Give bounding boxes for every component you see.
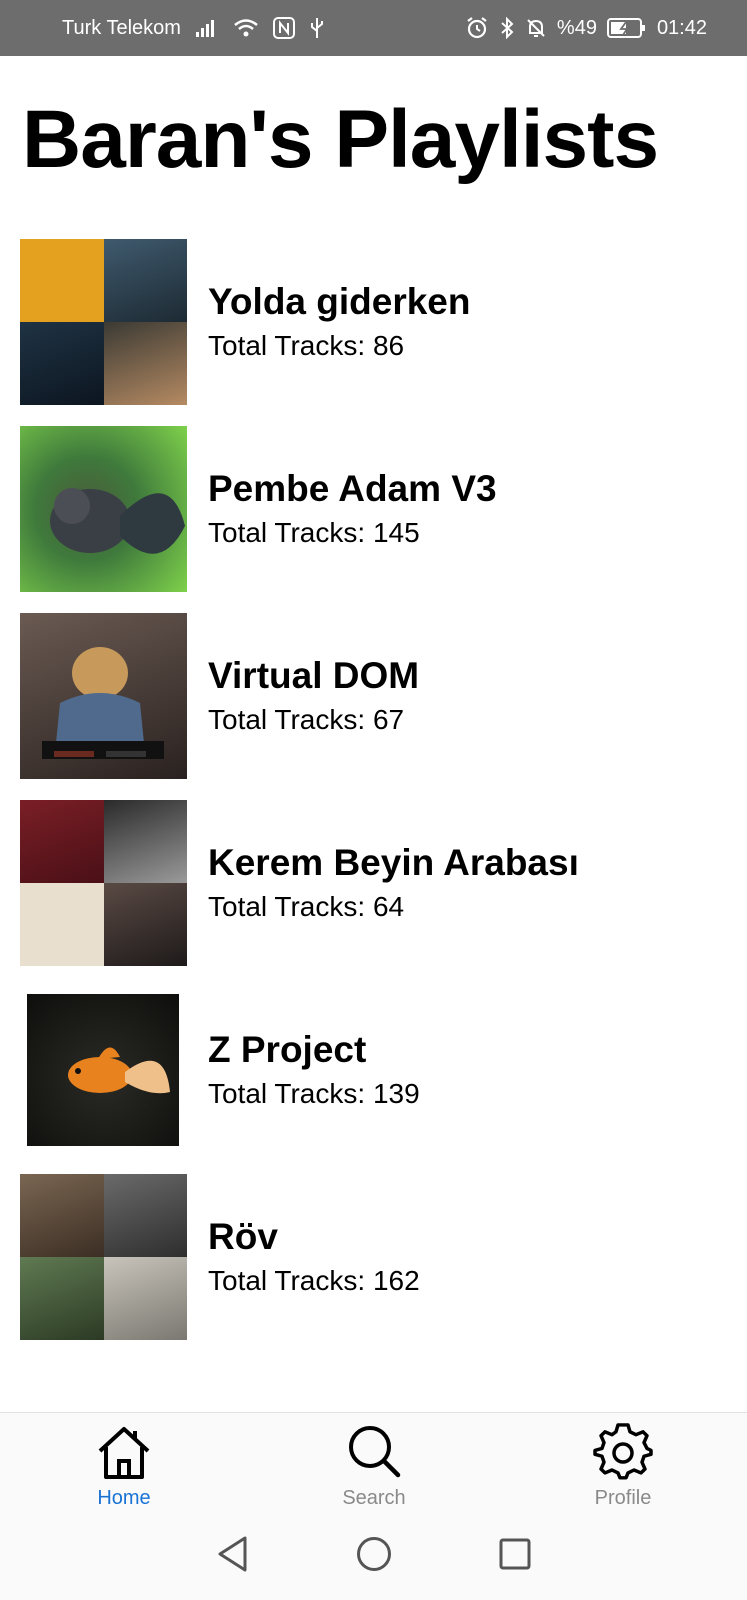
playlist-info: Virtual DOM Total Tracks: 67 bbox=[208, 654, 419, 738]
playlist-track-count: Total Tracks: 162 bbox=[208, 1264, 420, 1296]
wifi-icon bbox=[233, 18, 259, 38]
recents-square-icon[interactable] bbox=[497, 1536, 533, 1577]
page-title: Baran's Playlists bbox=[22, 94, 659, 185]
playlist-info: Z Project Total Tracks: 139 bbox=[208, 1028, 420, 1112]
status-left: Turk Telekom bbox=[62, 17, 325, 40]
bell-off-icon bbox=[525, 17, 547, 39]
playlist-info: Pembe Adam V3 Total Tracks: 145 bbox=[208, 467, 497, 551]
playlist-name: Pembe Adam V3 bbox=[208, 467, 497, 509]
alarm-icon bbox=[465, 16, 489, 40]
playlist-track-count: Total Tracks: 86 bbox=[208, 329, 405, 361]
carrier-name: Turk Telekom bbox=[62, 16, 181, 39]
system-navigation-bar bbox=[0, 1512, 747, 1600]
playlist-list: Yolda giderken Total Tracks: 86 Pembe Ad… bbox=[20, 228, 727, 1350]
tab-profile-label: Profile bbox=[594, 1487, 652, 1509]
gear-icon bbox=[563, 1423, 683, 1481]
tab-home[interactable]: Home bbox=[64, 1423, 184, 1510]
usb-icon bbox=[309, 17, 325, 39]
tab-search-label: Search bbox=[342, 1487, 406, 1509]
playlist-item[interactable]: Röv Total Tracks: 162 bbox=[20, 1163, 727, 1350]
playlist-info: Yolda giderken Total Tracks: 86 bbox=[208, 280, 471, 364]
tab-search[interactable]: Search bbox=[314, 1423, 434, 1510]
bottom-tab-bar: Home Search Profile bbox=[0, 1412, 747, 1512]
playlist-item[interactable]: Kerem Beyin Arabası Total Tracks: 64 bbox=[20, 789, 727, 976]
tab-home-label: Home bbox=[97, 1487, 151, 1509]
playlist-cover-image bbox=[20, 238, 187, 405]
playlist-info: Röv Total Tracks: 162 bbox=[208, 1215, 420, 1299]
playlist-name: Röv bbox=[208, 1215, 278, 1257]
playlist-track-count: Total Tracks: 64 bbox=[208, 890, 405, 922]
playlist-info: Kerem Beyin Arabası Total Tracks: 64 bbox=[208, 841, 579, 925]
playlist-name: Z Project bbox=[208, 1028, 367, 1070]
playlist-name: Yolda giderken bbox=[208, 280, 471, 322]
clock-time: 01:42 bbox=[656, 16, 707, 39]
playlist-track-count: Total Tracks: 145 bbox=[208, 516, 420, 548]
status-right: %49 01:42 bbox=[465, 16, 707, 40]
playlist-item[interactable]: Yolda giderken Total Tracks: 86 bbox=[20, 228, 727, 415]
status-bar: Turk Telekom %49 01:42 bbox=[0, 0, 747, 56]
playlist-track-count: Total Tracks: 139 bbox=[208, 1077, 420, 1109]
home-circle-icon[interactable] bbox=[355, 1535, 393, 1578]
playlist-cover-image bbox=[20, 612, 187, 779]
playlist-cover-image bbox=[20, 799, 187, 966]
playlist-track-count: Total Tracks: 67 bbox=[208, 703, 405, 735]
battery-charging-icon bbox=[606, 17, 647, 39]
playlist-cover-image bbox=[20, 986, 187, 1153]
bluetooth-icon bbox=[499, 17, 515, 39]
search-icon bbox=[314, 1423, 434, 1481]
home-icon bbox=[64, 1423, 184, 1481]
playlist-cover-image bbox=[20, 1173, 187, 1340]
playlist-name: Kerem Beyin Arabası bbox=[208, 841, 579, 883]
playlist-item[interactable]: Virtual DOM Total Tracks: 67 bbox=[20, 602, 727, 789]
nfc-icon bbox=[272, 17, 295, 39]
battery-level: %49 bbox=[556, 16, 597, 39]
back-triangle-icon[interactable] bbox=[215, 1535, 251, 1578]
signal-icon bbox=[195, 18, 219, 38]
playlist-item[interactable]: Pembe Adam V3 Total Tracks: 145 bbox=[20, 415, 727, 602]
playlist-cover-image bbox=[20, 425, 187, 592]
playlist-item[interactable]: Z Project Total Tracks: 139 bbox=[20, 976, 727, 1163]
playlist-name: Virtual DOM bbox=[208, 654, 420, 696]
tab-profile[interactable]: Profile bbox=[563, 1423, 683, 1510]
